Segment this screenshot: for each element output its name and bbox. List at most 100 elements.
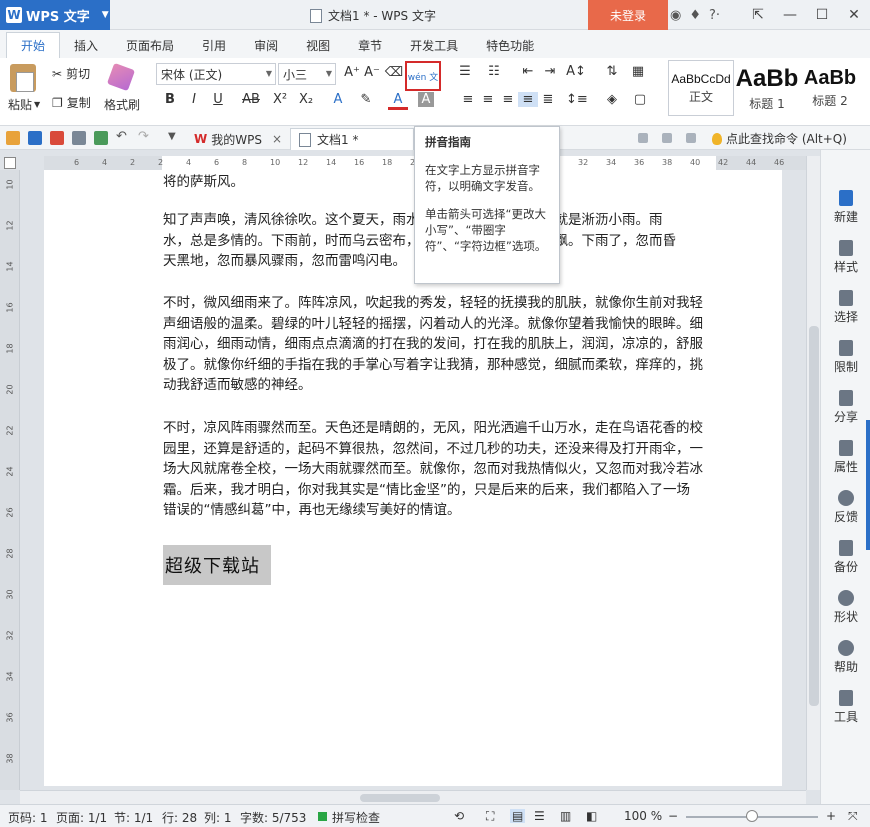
restore-icon[interactable] (638, 133, 648, 143)
shirt-icon[interactable]: ♦ (689, 8, 701, 23)
ruler-corner[interactable] (4, 157, 16, 169)
pinyin-guide-button[interactable]: wén 文 (405, 61, 441, 91)
justify-icon[interactable]: ≡ (518, 92, 538, 107)
zoom-slider-knob[interactable] (746, 810, 758, 822)
zoom-out-button[interactable]: − (668, 809, 678, 823)
borders-icon[interactable]: ▢ (630, 92, 650, 107)
vertical-ruler[interactable]: 10 12 14 16 18 20 22 24 26 28 30 32 34 36 38 (0, 170, 20, 790)
align-left-icon[interactable]: ≡ (458, 92, 478, 107)
find-command-box[interactable]: 点此查找命令 (Alt+Q) (712, 130, 847, 147)
underline-icon[interactable]: U (208, 92, 228, 107)
pane-shapes[interactable]: 形状 (821, 590, 870, 625)
vertical-scrollbar[interactable] (806, 156, 820, 790)
text-direction-icon[interactable]: A↕ (566, 64, 586, 79)
pane-restrict[interactable]: 限制 (821, 340, 870, 375)
tab-my-wps[interactable]: W 我的WPS × (186, 128, 290, 150)
qat-dropdown-icon[interactable]: ▼ (168, 131, 182, 145)
pane-share[interactable]: 分享 (821, 390, 870, 425)
app-menu-button[interactable]: W WPS 文字 ▼ (0, 0, 110, 30)
pdf-export-icon[interactable] (50, 131, 64, 145)
pane-edge-handle[interactable] (866, 420, 870, 550)
line-spacing-icon[interactable]: ↕≡ (566, 92, 588, 107)
shading-icon[interactable]: ◈ (602, 92, 622, 107)
strikethrough-icon[interactable]: AB (238, 92, 264, 107)
undo-icon[interactable]: ↶ (116, 129, 130, 144)
grow-font-icon[interactable]: A⁺ (342, 65, 362, 80)
document-page[interactable]: 将的萨斯风。 知了声声唤，清风徐徐吹。这个夏天，雨水不断，却不见倾盆大雨就是淅沥… (44, 170, 782, 786)
tab-features[interactable]: 特色功能 (472, 32, 548, 58)
print-icon[interactable] (72, 131, 86, 145)
close-icon[interactable]: × (272, 132, 282, 146)
format-painter-button[interactable]: 格式刷 (104, 96, 140, 113)
tile-icon[interactable] (662, 133, 672, 143)
close-button[interactable]: ✕ (838, 0, 870, 30)
restore-panel-icon[interactable]: ⇱ (742, 0, 774, 30)
window-icon[interactable] (686, 133, 696, 143)
full-screen-icon[interactable]: ⛶ (486, 809, 494, 824)
table-icon[interactable]: ▦ (628, 64, 648, 79)
shrink-font-icon[interactable]: A⁻ (362, 65, 382, 80)
font-color-icon[interactable]: A (388, 92, 408, 110)
pane-tools[interactable]: 工具 (821, 690, 870, 725)
web-view-icon[interactable]: ▥ (560, 809, 571, 823)
pane-select[interactable]: 选择 (821, 290, 870, 325)
paste-icon[interactable] (10, 64, 36, 92)
pane-feedback[interactable]: 反馈 (821, 490, 870, 525)
horizontal-scrollbar[interactable] (20, 790, 806, 804)
char-shading-icon[interactable]: A (418, 92, 434, 107)
align-right-icon[interactable]: ≡ (498, 92, 518, 107)
cut-button[interactable]: ✂ 剪切 (52, 65, 90, 82)
fit-window-icon[interactable]: ⤧ (848, 809, 858, 824)
redo-icon[interactable]: ↷ (138, 129, 152, 144)
page-view-icon[interactable]: ▤ (510, 809, 526, 823)
pane-styles[interactable]: 样式 (821, 240, 870, 275)
bullet-list-icon[interactable]: ☰ (455, 64, 475, 79)
zoom-in-button[interactable]: + (826, 809, 836, 823)
scroll-thumb[interactable] (809, 326, 819, 706)
pane-backup[interactable]: 备份 (821, 540, 870, 575)
tab-review[interactable]: 审阅 (240, 32, 292, 58)
tab-chapter[interactable]: 章节 (344, 32, 396, 58)
clear-format-icon[interactable]: ⌫ (384, 65, 404, 80)
history-icon[interactable]: ⟲ (454, 809, 464, 823)
distribute-icon[interactable]: ≣ (538, 92, 558, 107)
save-icon[interactable] (28, 131, 42, 145)
minimize-button[interactable]: — (774, 0, 806, 30)
tab-insert[interactable]: 插入 (60, 32, 112, 58)
copy-button[interactable]: ❐ 复制 (52, 94, 91, 111)
status-words[interactable]: 字数: 5/753 (240, 809, 306, 826)
align-center-icon[interactable]: ≡ (478, 92, 498, 107)
style-heading-1[interactable]: AaBb 标题 1 (736, 60, 798, 116)
tab-page-layout[interactable]: 页面布局 (112, 32, 188, 58)
paste-button[interactable]: 粘贴 ▼ (8, 96, 40, 113)
document-area[interactable]: 将的萨斯风。 知了声声唤，清风徐徐吹。这个夏天，雨水不断，却不见倾盆大雨就是淅沥… (20, 170, 806, 786)
scroll-thumb[interactable] (360, 794, 440, 802)
help-icon[interactable]: ?· (709, 8, 720, 23)
font-size-select[interactable]: 小三 ▼ (278, 63, 336, 85)
outline-view-icon[interactable]: ☰ (534, 809, 545, 823)
text-effect-icon[interactable]: A (328, 92, 348, 107)
tab-references[interactable]: 引用 (188, 32, 240, 58)
italic-icon[interactable]: I (184, 92, 204, 107)
spell-check-button[interactable]: 拼写检查 (332, 809, 380, 826)
font-name-select[interactable]: 宋体 (正文) ▼ (156, 63, 276, 85)
login-button[interactable]: 未登录 (588, 0, 668, 30)
pane-properties[interactable]: 属性 (821, 440, 870, 475)
open-folder-icon[interactable] (6, 131, 20, 145)
numbered-list-icon[interactable]: ☷ (484, 64, 504, 79)
subscript-icon[interactable]: X₂ (296, 92, 316, 107)
highlight-icon[interactable]: ✎ (356, 92, 376, 107)
style-normal[interactable]: AaBbCcDd 正文 (668, 60, 734, 116)
tab-developer[interactable]: 开发工具 (396, 32, 472, 58)
skin-icon[interactable]: ◉ (670, 8, 681, 23)
superscript-icon[interactable]: X² (270, 92, 290, 107)
tab-document1[interactable]: 文档1 * (290, 128, 414, 150)
pane-help[interactable]: 帮助 (821, 640, 870, 675)
tab-start[interactable]: 开始 (6, 32, 61, 58)
style-heading-2[interactable]: AaBb 标题 2 (800, 60, 860, 116)
decrease-indent-icon[interactable]: ⇤ (518, 64, 538, 79)
reading-view-icon[interactable]: ◧ (586, 809, 597, 823)
bold-icon[interactable]: B (160, 92, 180, 107)
format-painter-icon[interactable] (106, 62, 136, 92)
increase-indent-icon[interactable]: ⇥ (540, 64, 560, 79)
